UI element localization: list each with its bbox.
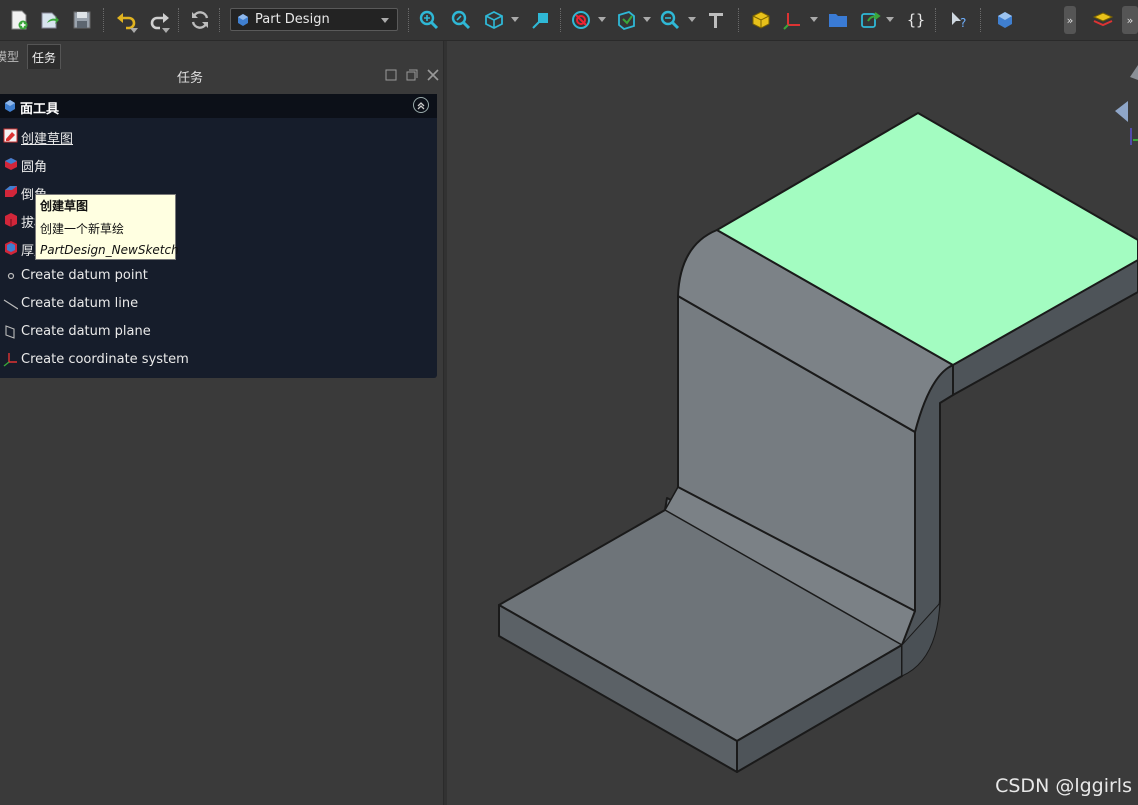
task-item-datum-line[interactable]: Create datum line — [0, 293, 300, 315]
datum-line-icon — [3, 299, 18, 310]
view-cube-icon[interactable] — [481, 7, 507, 33]
toolbar-more-button-2[interactable]: » — [1122, 6, 1138, 34]
panel-float-icon[interactable] — [406, 69, 418, 81]
tooltip-command: PartDesign_NewSketch — [40, 243, 179, 257]
fit-selection-icon[interactable] — [448, 7, 474, 33]
nav-cube-icon[interactable] — [1130, 65, 1138, 80]
draw-style-icon[interactable] — [568, 7, 594, 33]
new-file-icon[interactable] — [6, 7, 32, 33]
panel-title: 任务 — [176, 71, 203, 86]
fit-all-icon[interactable] — [416, 7, 442, 33]
task-item-coordinate-system[interactable]: Create coordinate system — [0, 349, 300, 371]
task-item-label: 圆角 — [21, 160, 48, 175]
tooltip: 创建草图 创建一个新草绘 PartDesign_NewSketch — [35, 194, 179, 260]
task-item-fillet[interactable]: 圆角 — [0, 153, 300, 175]
save-icon[interactable] — [69, 7, 95, 33]
body-icon[interactable] — [992, 7, 1018, 33]
task-item-datum-point[interactable]: Create datum point — [0, 265, 300, 287]
whats-this-icon[interactable]: ? — [946, 7, 972, 33]
bounding-box-icon[interactable] — [613, 7, 639, 33]
fillet-icon — [5, 158, 17, 170]
sketch-view-icon[interactable] — [528, 7, 554, 33]
refresh-icon[interactable] — [187, 7, 213, 33]
svg-text:?: ? — [960, 16, 966, 30]
zoom-icon[interactable] — [657, 7, 683, 33]
tab-task[interactable]: 任务 — [27, 44, 61, 69]
svg-text:{}: {} — [907, 11, 925, 29]
open-file-icon[interactable] — [37, 7, 63, 33]
main-toolbar: Part Design {} ? » » — [0, 0, 1138, 41]
folder-icon[interactable] — [825, 7, 851, 33]
part-icon[interactable] — [748, 7, 774, 33]
layers-icon[interactable] — [1090, 7, 1116, 33]
task-item-label: Create datum line — [21, 296, 139, 311]
collapse-button[interactable] — [413, 97, 429, 113]
model-view — [498, 65, 1138, 773]
panel-close-icon[interactable] — [427, 69, 439, 81]
chamfer-icon — [5, 186, 17, 197]
task-item-label: Create datum plane — [21, 324, 151, 339]
axis-icon[interactable] — [780, 7, 806, 33]
part-design-icon — [5, 100, 15, 112]
draft-icon — [5, 213, 17, 227]
task-box-header[interactable]: 面工具 — [0, 94, 437, 118]
datum-point-icon — [7, 272, 15, 280]
task-box-title: 面工具 — [20, 102, 60, 117]
workbench-selector[interactable]: Part Design — [230, 8, 398, 31]
coordinate-system-icon — [3, 353, 17, 367]
workbench-name: Part Design — [255, 12, 330, 27]
part-design-icon — [238, 13, 248, 26]
toolbar-more-button[interactable]: » — [1064, 6, 1076, 34]
combo-view-panel: 模型 任务 任务 面工具 创建草图 圆角 倒角 拔模 厚度 Create dat… — [0, 41, 443, 805]
task-item-label: Create coordinate system — [21, 352, 189, 367]
tooltip-description: 创建一个新草绘 — [40, 222, 125, 236]
link-icon[interactable] — [857, 7, 883, 33]
task-item-create-sketch[interactable]: 创建草图 — [0, 125, 300, 147]
sketch-icon — [3, 128, 18, 143]
tooltip-title: 创建草图 — [40, 199, 89, 213]
measure-icon[interactable] — [703, 7, 729, 33]
tab-model[interactable]: 模型 — [0, 44, 24, 68]
macro-icon[interactable]: {} — [902, 7, 928, 33]
task-item-label: 创建草图 — [21, 132, 74, 147]
task-item-datum-plane[interactable]: Create datum plane — [0, 321, 300, 343]
chevron-down-icon — [381, 18, 389, 23]
3d-viewport[interactable]: CSDN @lggirls — [447, 41, 1138, 805]
datum-plane-icon — [5, 325, 15, 339]
thickness-icon — [5, 241, 17, 255]
task-item-label: Create datum point — [21, 268, 148, 283]
panel-minimize-icon[interactable] — [385, 69, 397, 81]
nav-cube-arrow-icon[interactable] — [1115, 101, 1128, 122]
watermark-text: CSDN @lggirls — [995, 775, 1132, 797]
chevron-up-icon — [417, 102, 425, 110]
